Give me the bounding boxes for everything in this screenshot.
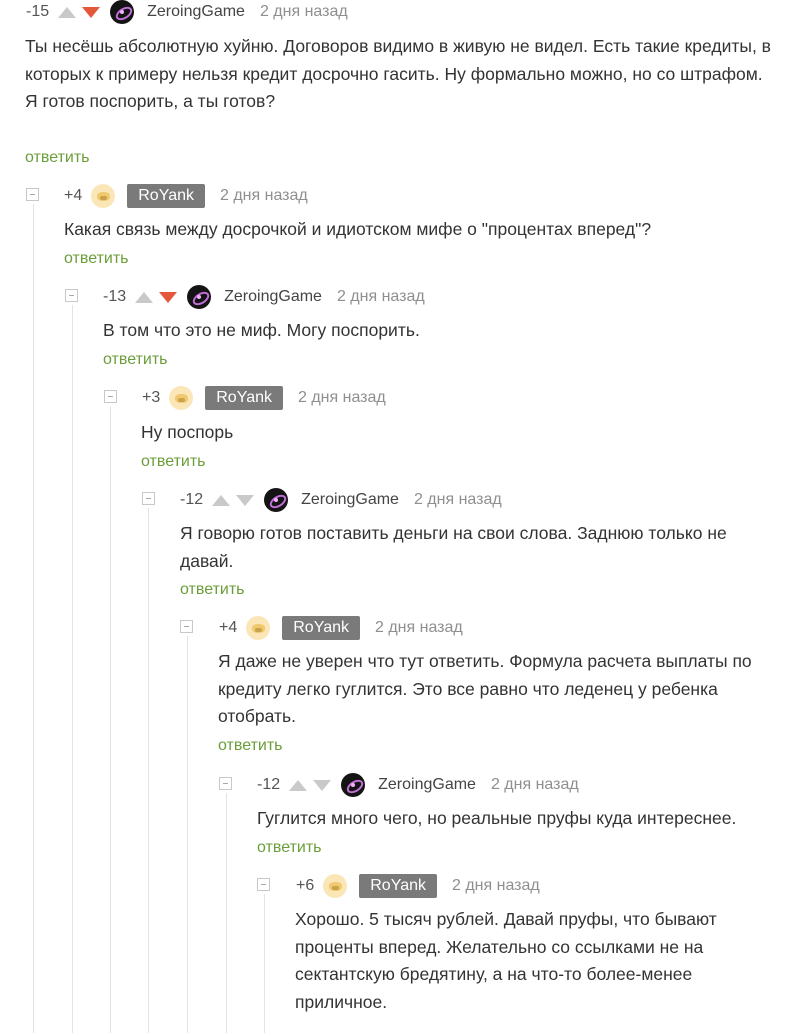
comment-date[interactable]: 2 дня назад	[298, 389, 386, 407]
collapse-toggle-icon[interactable]	[180, 620, 193, 633]
comment-paragraph: Хорошо. 5 тысяч рублей. Давай пруфы, что…	[295, 909, 717, 1012]
comment-date[interactable]: 2 дня назад	[260, 3, 348, 21]
comment-text: Какая связь между досрочкой и идиотском …	[64, 216, 773, 244]
thread-line	[264, 894, 265, 1033]
reply-link[interactable]: ответить	[257, 839, 322, 857]
comment-paragraph: В том что это не миф. Могу поспорить.	[103, 320, 420, 340]
comment-paragraph: Гуглится много чего, но реальные пруфы к…	[257, 808, 737, 828]
author-name[interactable]: ZeroingGame	[378, 776, 476, 794]
thread-line	[110, 406, 111, 1033]
collapse-toggle-icon[interactable]	[26, 188, 39, 201]
rating: -13	[103, 288, 127, 305]
collapse-toggle-icon[interactable]	[219, 777, 232, 790]
reply-link[interactable]: ответить	[64, 250, 129, 268]
reply-link[interactable]: ответить	[141, 453, 206, 471]
comment-paragraph: Ну поспорь	[141, 422, 234, 442]
thread-line	[148, 508, 149, 1033]
comment-text: В том что это не миф. Могу поспорить.	[103, 317, 773, 345]
rating: -12	[180, 491, 204, 508]
comment-date[interactable]: 2 дня назад	[452, 877, 540, 895]
collapse-toggle-icon[interactable]	[257, 878, 270, 891]
downvote-arrow-icon[interactable]	[313, 779, 332, 791]
author-name-badge[interactable]: RoYank	[282, 616, 360, 640]
thread-line	[187, 636, 188, 1033]
reply-link[interactable]: ответить	[180, 581, 245, 599]
thread-line	[33, 204, 34, 1033]
zeroing-avatar-icon[interactable]	[341, 773, 366, 797]
author-name-badge[interactable]: RoYank	[205, 386, 283, 410]
comment-date[interactable]: 2 дня назад	[491, 776, 579, 794]
zeroing-avatar-icon[interactable]	[110, 0, 135, 24]
author-name[interactable]: ZeroingGame	[301, 491, 399, 509]
comment-text: Хорошо. 5 тысяч рублей. Давай пруфы, что…	[295, 906, 745, 1016]
royank-avatar-icon[interactable]	[246, 616, 271, 640]
zeroing-avatar-icon[interactable]	[187, 285, 212, 309]
thread-line	[72, 305, 73, 1033]
comment-date[interactable]: 2 дня назад	[220, 187, 308, 205]
thread-line	[226, 793, 227, 1033]
rating: +6	[296, 877, 315, 894]
downvote-arrow-icon[interactable]	[159, 291, 178, 303]
reply-link[interactable]: ответить	[25, 149, 90, 167]
reply-link[interactable]: ответить	[218, 737, 283, 755]
comment-header: -15 ZeroingGame 2 дня назад	[26, 0, 348, 27]
rating: +3	[142, 389, 161, 406]
comment-date[interactable]: 2 дня назад	[337, 288, 425, 306]
collapse-toggle-icon[interactable]	[65, 289, 78, 302]
author-name-badge[interactable]: RoYank	[359, 874, 437, 898]
comment-text: Гуглится много чего, но реальные пруфы к…	[257, 805, 773, 833]
reply-link[interactable]: ответить	[103, 351, 168, 369]
comment-paragraph: Я говорю готов поставить деньги на свои …	[180, 523, 727, 571]
downvote-arrow-icon[interactable]	[82, 6, 101, 18]
downvote-arrow-icon[interactable]	[236, 494, 255, 506]
comment-header: +6 RoYank 2 дня назад	[296, 871, 540, 901]
upvote-arrow-icon[interactable]	[289, 779, 308, 791]
author-name[interactable]: ZeroingGame	[224, 288, 322, 306]
comment-header: -12 ZeroingGame 2 дня назад	[257, 770, 579, 800]
comment-header: -13 ZeroingGame 2 дня назад	[103, 282, 425, 312]
comment-paragraph: Я даже не уверен что тут ответить. Форму…	[218, 651, 752, 726]
comment-header: +4 RoYank 2 дня назад	[64, 181, 308, 211]
upvote-arrow-icon[interactable]	[135, 291, 154, 303]
comment-paragraph: Ты несёшь абсолютную хуйню. Договоров ви…	[25, 36, 771, 84]
collapse-toggle-icon[interactable]	[104, 390, 117, 403]
royank-avatar-icon[interactable]	[169, 386, 194, 410]
comment-text: Я говорю готов поставить деньги на свои …	[180, 520, 773, 575]
royank-avatar-icon[interactable]	[323, 874, 348, 898]
upvote-arrow-icon[interactable]	[212, 494, 231, 506]
author-name[interactable]: ZeroingGame	[147, 3, 245, 21]
comment-paragraph: Какая связь между досрочкой и идиотском …	[64, 219, 652, 239]
rating: +4	[64, 187, 83, 204]
zeroing-avatar-icon[interactable]	[264, 488, 289, 512]
comment-text: Ну поспорь	[141, 419, 773, 447]
comment-header: +3 RoYank 2 дня назад	[142, 383, 386, 413]
rating: +4	[219, 619, 238, 636]
author-name-badge[interactable]: RoYank	[127, 184, 205, 208]
royank-avatar-icon[interactable]	[91, 184, 116, 208]
upvote-arrow-icon[interactable]	[58, 6, 77, 18]
collapse-toggle-icon[interactable]	[142, 492, 155, 505]
comment-text: Ты несёшь абсолютную хуйню. Договоров ви…	[25, 33, 773, 116]
comment-text: Я даже не уверен что тут ответить. Форму…	[218, 648, 773, 731]
comment-date[interactable]: 2 дня назад	[375, 619, 463, 637]
rating: -15	[26, 3, 50, 20]
comment-paragraph: Я готов поспорить, а ты готов?	[25, 91, 276, 111]
comment-header: -12 ZeroingGame 2 дня назад	[180, 485, 502, 515]
rating: -12	[257, 776, 281, 793]
comment-header: +4 RoYank 2 дня назад	[219, 613, 463, 643]
comment-date[interactable]: 2 дня назад	[414, 491, 502, 509]
